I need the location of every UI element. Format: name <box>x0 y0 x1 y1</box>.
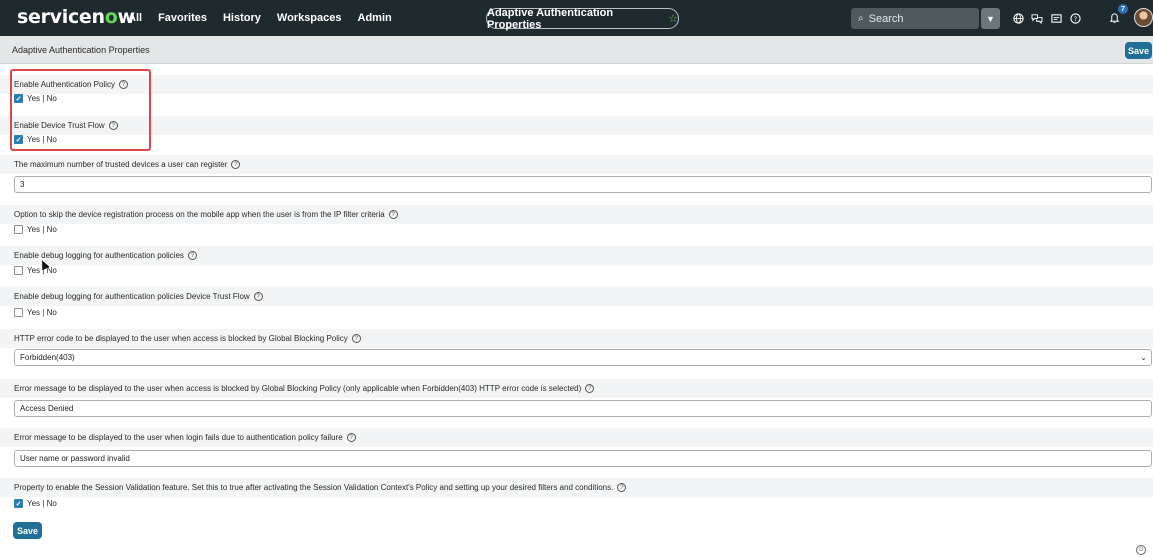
property-label-row: HTTP error code to be displayed to the u… <box>0 329 1153 348</box>
property-label: Enable debug logging for authentication … <box>14 292 250 301</box>
nav-item-admin[interactable]: Admin <box>358 12 392 24</box>
property-label-row: The maximum number of trusted devices a … <box>0 155 1153 174</box>
yes-no-checkbox-group: Yes | No <box>14 308 57 317</box>
property-label: Error message to be displayed to the use… <box>14 384 582 393</box>
page-header-bar: Adaptive Authentication Properties <box>0 36 1153 64</box>
property-label: Property to enable the Session Validatio… <box>14 483 614 492</box>
nav-item-all[interactable]: All <box>128 12 142 24</box>
property-label-row: Enable Authentication Policy ? <box>0 75 1153 94</box>
nav-menu: All Favorites History Workspaces Admin <box>128 0 408 36</box>
help-icon[interactable]: ? <box>351 334 361 343</box>
nav-item-history[interactable]: History <box>223 12 261 24</box>
yes-no-checkbox-group: ✓ Yes | No <box>14 499 57 508</box>
yes-no-checkbox-group: Yes | No <box>14 225 57 234</box>
search-scope-dropdown[interactable]: ▼ <box>981 8 1000 29</box>
property-label-row: Enable Device Trust Flow ? <box>0 116 1153 135</box>
property-label: The maximum number of trusted devices a … <box>14 160 228 169</box>
select-value: Forbidden(403) <box>20 353 75 362</box>
top-navigation-bar: servicenow All Favorites History Workspa… <box>0 0 1153 36</box>
property-label: HTTP error code to be displayed to the u… <box>14 334 348 343</box>
search-placeholder: Search <box>868 12 904 25</box>
avatar[interactable] <box>1134 8 1153 27</box>
property-label: Option to skip the device registration p… <box>14 210 385 219</box>
svg-text:?: ? <box>1073 14 1076 22</box>
yes-no-label: Yes | No <box>27 94 57 103</box>
servicenow-logo[interactable]: servicenow <box>17 6 135 28</box>
blocked-error-message-input[interactable]: Access Denied <box>14 400 1152 417</box>
http-error-code-select[interactable]: Forbidden(403) ⌄ <box>14 349 1152 366</box>
input-value: User name or password invalid <box>20 454 130 463</box>
chevron-down-icon: ▼ <box>986 13 995 24</box>
help-icon[interactable]: ? <box>231 160 241 169</box>
property-label-row: Error message to be displayed to the use… <box>0 428 1153 447</box>
nav-item-favorites[interactable]: Favorites <box>158 12 207 24</box>
yes-no-checkbox-group: Yes | No <box>14 266 57 275</box>
nav-item-workspaces[interactable]: Workspaces <box>277 12 342 24</box>
help-icon[interactable]: ? <box>585 384 595 393</box>
help-icon[interactable]: ? <box>617 483 627 492</box>
star-icon[interactable]: ☆ <box>668 12 678 25</box>
checkbox-unchecked[interactable] <box>14 225 23 234</box>
yes-no-checkbox-group: ✓ Yes | No <box>14 135 57 144</box>
inbox-icon[interactable] <box>1047 9 1065 27</box>
max-trusted-devices-input[interactable]: 3 <box>14 176 1152 193</box>
help-icon[interactable]: ? <box>187 251 197 260</box>
yes-no-label: Yes | No <box>27 135 57 144</box>
notification-count-badge: 7 <box>1118 4 1128 14</box>
power-icon[interactable]: ⏻ <box>1136 545 1146 555</box>
yes-no-label: Yes | No <box>27 308 57 317</box>
property-label-row: Enable debug logging for authentication … <box>0 246 1153 265</box>
property-label: Enable Device Trust Flow <box>14 121 105 130</box>
logo-o-mark: o <box>104 6 118 28</box>
global-search-input[interactable]: ⌕ Search <box>851 8 979 29</box>
chevron-down-icon: ⌄ <box>1140 353 1147 362</box>
help-icon[interactable]: ? <box>108 121 118 130</box>
page-title: Adaptive Authentication Properties <box>12 45 150 55</box>
input-value: 3 <box>20 180 25 189</box>
chat-icon[interactable] <box>1028 9 1046 27</box>
property-label: Enable Authentication Policy <box>14 80 115 89</box>
help-circle-icon[interactable]: ? <box>1066 9 1084 27</box>
checkbox-unchecked[interactable] <box>14 308 23 317</box>
yes-no-checkbox-group: ✓ Yes | No <box>14 94 57 103</box>
property-label: Enable debug logging for authentication … <box>14 251 184 260</box>
checkbox-checked[interactable]: ✓ <box>14 135 23 144</box>
property-label: Error message to be displayed to the use… <box>14 433 343 442</box>
property-label-row: Option to skip the device registration p… <box>0 205 1153 224</box>
help-icon[interactable]: ? <box>253 292 263 301</box>
page-title-pill[interactable]: Adaptive Authentication Properties ☆ <box>486 6 679 31</box>
input-value: Access Denied <box>20 404 74 413</box>
help-icon[interactable]: ? <box>388 210 398 219</box>
logo-text: servicen <box>17 6 105 28</box>
property-label-row: Enable debug logging for authentication … <box>0 287 1153 306</box>
checkbox-unchecked[interactable] <box>14 266 23 275</box>
save-button-top[interactable]: Save <box>1125 42 1152 59</box>
help-icon[interactable]: ? <box>118 80 128 89</box>
login-failure-message-input[interactable]: User name or password invalid <box>14 450 1152 467</box>
page-title-pill-label: Adaptive Authentication Properties <box>487 6 614 31</box>
yes-no-label: Yes | No <box>27 499 57 508</box>
property-label-row: Error message to be displayed to the use… <box>0 379 1153 398</box>
checkbox-checked[interactable]: ✓ <box>14 94 23 103</box>
property-label-row: Property to enable the Session Validatio… <box>0 478 1153 497</box>
checkbox-checked[interactable]: ✓ <box>14 499 23 508</box>
search-icon: ⌕ <box>858 13 864 24</box>
yes-no-label: Yes | No <box>27 225 57 234</box>
help-icon[interactable]: ? <box>346 433 356 442</box>
save-button-bottom[interactable]: Save <box>13 522 42 539</box>
globe-icon[interactable] <box>1009 9 1027 27</box>
